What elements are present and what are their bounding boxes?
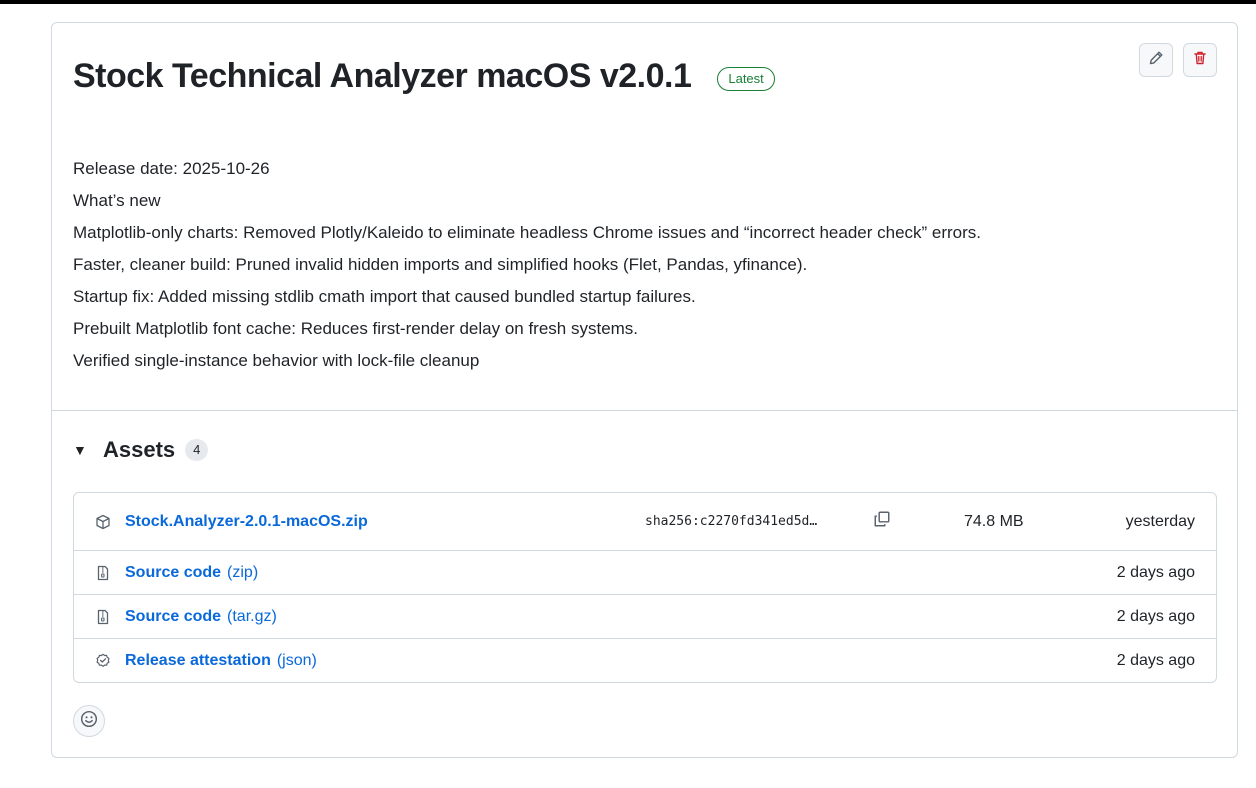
add-reaction-button[interactable] <box>73 705 105 737</box>
assets-title: Assets <box>103 437 176 462</box>
release-title[interactable]: Stock Technical Analyzer macOS v2.0.1 <box>73 57 692 96</box>
section-divider <box>52 410 1237 411</box>
asset-link[interactable]: Release attestation <box>125 652 271 670</box>
caret-down-icon[interactable]: ▼ <box>73 442 87 458</box>
release-notes: Release date: 2025-10-26 What’s new Matp… <box>73 153 981 377</box>
asset-date: yesterday <box>1125 512 1195 530</box>
asset-date: 2 days ago <box>1116 651 1195 669</box>
copy-sha-button[interactable] <box>871 511 893 533</box>
latest-badge: Latest <box>717 66 775 91</box>
release-date-line: Release date: 2025-10-26 <box>73 159 270 178</box>
asset-link[interactable]: Stock.Analyzer-2.0.1-macOS.zip <box>125 513 368 531</box>
copy-icon <box>873 510 891 533</box>
assets-header[interactable]: ▼ Assets 4 <box>73 437 209 463</box>
package-icon <box>95 514 111 530</box>
trash-icon <box>1192 50 1208 71</box>
verified-icon <box>95 653 111 669</box>
asset-size: 74.8 MB <box>964 512 1024 530</box>
top-edge <box>0 0 1256 4</box>
asset-format[interactable]: (zip) <box>227 564 258 582</box>
note-line: Matplotlib-only charts: Removed Plotly/K… <box>73 223 982 242</box>
asset-link[interactable]: Source code <box>125 608 221 626</box>
page: Stock Technical Analyzer macOS v2.0.1 La… <box>0 0 1256 788</box>
asset-date: 2 days ago <box>1116 563 1195 581</box>
asset-format[interactable]: (tar.gz) <box>227 608 277 626</box>
edit-release-button[interactable] <box>1139 43 1173 77</box>
asset-format[interactable]: (json) <box>277 652 317 670</box>
release-card: Stock Technical Analyzer macOS v2.0.1 La… <box>51 22 1238 758</box>
note-line: Faster, cleaner build: Pruned invalid hi… <box>73 255 808 274</box>
whats-new-line: What’s new <box>73 191 161 210</box>
asset-link[interactable]: Source code <box>125 564 221 582</box>
assets-count-badge: 4 <box>185 439 209 461</box>
asset-row: Stock.Analyzer-2.0.1-macOS.zip sha256:c2… <box>74 493 1216 550</box>
smiley-icon <box>80 710 98 733</box>
file-zip-icon <box>95 565 111 581</box>
file-zip-icon <box>95 609 111 625</box>
assets-list: Stock.Analyzer-2.0.1-macOS.zip sha256:c2… <box>73 492 1217 683</box>
release-header: Stock Technical Analyzer macOS v2.0.1 La… <box>73 57 775 96</box>
delete-release-button[interactable] <box>1183 43 1217 77</box>
note-line: Verified single-instance behavior with l… <box>73 351 480 370</box>
asset-sha256: sha256:c2270fd341ed5d… <box>645 514 818 529</box>
asset-row: Release attestation (json) 2 days ago <box>74 638 1216 682</box>
note-line: Prebuilt Matplotlib font cache: Reduces … <box>73 319 639 338</box>
pencil-icon <box>1148 50 1164 71</box>
release-actions <box>1139 43 1217 77</box>
asset-row: Source code (zip) 2 days ago <box>74 550 1216 594</box>
asset-date: 2 days ago <box>1116 607 1195 625</box>
asset-row: Source code (tar.gz) 2 days ago <box>74 594 1216 638</box>
note-line: Startup fix: Added missing stdlib cmath … <box>73 287 696 306</box>
